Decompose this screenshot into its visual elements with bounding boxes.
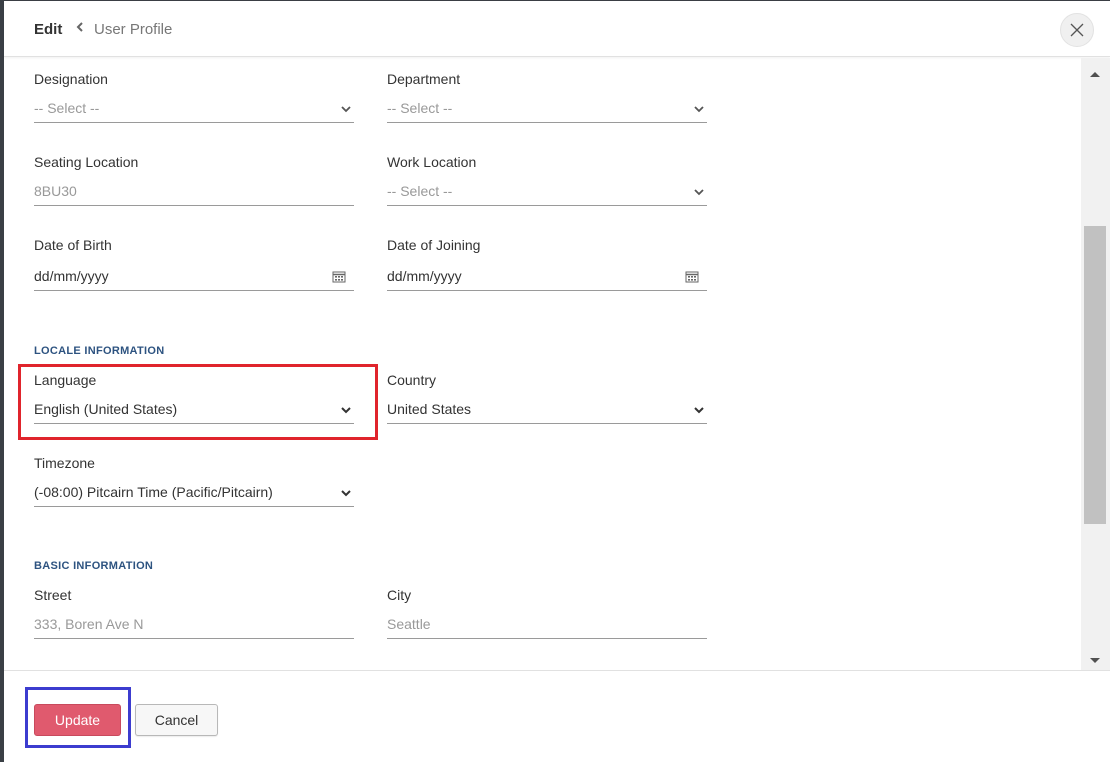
street-label: Street xyxy=(34,587,72,603)
street-field: Street 333, Boren Ave N xyxy=(34,587,354,639)
department-value: -- Select -- xyxy=(387,100,453,116)
timezone-label: Timezone xyxy=(34,455,95,471)
seating-location-value: 8BU30 xyxy=(34,183,77,199)
seating-location-input[interactable]: 8BU30 xyxy=(34,182,354,206)
department-select[interactable]: -- Select -- xyxy=(387,99,707,123)
city-label: City xyxy=(387,587,412,603)
designation-value: -- Select -- xyxy=(34,100,100,116)
city-field: City Seattle xyxy=(387,587,707,639)
breadcrumb[interactable]: User Profile xyxy=(94,21,172,38)
country-label: Country xyxy=(387,372,437,388)
seating-location-field: Seating Location 8BU30 xyxy=(34,154,354,206)
modal-header: Edit User Profile xyxy=(4,1,1110,57)
timezone-select[interactable]: (-08:00) Pitcairn Time (Pacific/Pitcairn… xyxy=(34,483,354,507)
designation-field: Designation -- Select -- xyxy=(34,71,354,123)
work-location-value: -- Select -- xyxy=(387,183,453,199)
work-location-field: Work Location -- Select -- xyxy=(387,154,707,206)
scrollbar-thumb[interactable] xyxy=(1084,226,1106,524)
chevron-down-icon xyxy=(340,486,352,502)
chevron-down-icon xyxy=(340,102,352,118)
chevron-down-icon xyxy=(693,102,705,118)
date-of-birth-label: Date of Birth xyxy=(34,237,112,253)
chevron-left-icon[interactable] xyxy=(75,20,85,38)
locale-section-title: LOCALE INFORMATION xyxy=(34,345,165,357)
street-value: 333, Boren Ave N xyxy=(34,616,144,632)
chevron-down-icon xyxy=(693,185,705,201)
date-of-joining-input[interactable]: dd/mm/yyyy xyxy=(387,267,707,291)
chevron-down-icon xyxy=(693,403,705,419)
scroll-down-arrow-icon[interactable] xyxy=(1089,652,1101,670)
city-value: Seattle xyxy=(387,616,431,632)
calendar-icon[interactable] xyxy=(685,270,699,286)
country-field: Country United States xyxy=(387,372,707,424)
country-select[interactable]: United States xyxy=(387,400,707,424)
date-of-joining-label: Date of Joining xyxy=(387,237,481,253)
timezone-value: (-08:00) Pitcairn Time (Pacific/Pitcairn… xyxy=(34,484,273,500)
timezone-field: Timezone (-08:00) Pitcairn Time (Pacific… xyxy=(34,455,354,507)
country-value: United States xyxy=(387,401,472,417)
designation-select[interactable]: -- Select -- xyxy=(34,99,354,123)
work-location-label: Work Location xyxy=(387,154,477,170)
modal-footer: Update Cancel xyxy=(4,670,1110,762)
work-location-select[interactable]: -- Select -- xyxy=(387,182,707,206)
street-input[interactable]: 333, Boren Ave N xyxy=(34,615,354,639)
date-of-birth-field: Date of Birth dd/mm/yyyy xyxy=(34,237,354,291)
language-highlight-box xyxy=(18,364,378,440)
update-highlight-box xyxy=(25,687,131,748)
date-of-joining-value: dd/mm/yyyy xyxy=(387,268,462,284)
city-input[interactable]: Seattle xyxy=(387,615,707,639)
date-of-birth-value: dd/mm/yyyy xyxy=(34,268,109,284)
department-label: Department xyxy=(387,71,461,87)
page-title: Edit xyxy=(34,21,63,38)
department-field: Department -- Select -- xyxy=(387,71,707,123)
date-of-joining-field: Date of Joining dd/mm/yyyy xyxy=(387,237,707,291)
designation-label: Designation xyxy=(34,71,108,87)
calendar-icon[interactable] xyxy=(332,270,346,286)
close-icon xyxy=(1070,23,1084,37)
date-of-birth-input[interactable]: dd/mm/yyyy xyxy=(34,267,354,291)
basic-section-title: BASIC INFORMATION xyxy=(34,560,154,572)
close-button[interactable] xyxy=(1060,13,1094,47)
vertical-scrollbar[interactable] xyxy=(1081,58,1110,670)
cancel-button[interactable]: Cancel xyxy=(135,704,218,736)
seating-location-label: Seating Location xyxy=(34,154,139,170)
scroll-up-arrow-icon[interactable] xyxy=(1089,65,1101,83)
